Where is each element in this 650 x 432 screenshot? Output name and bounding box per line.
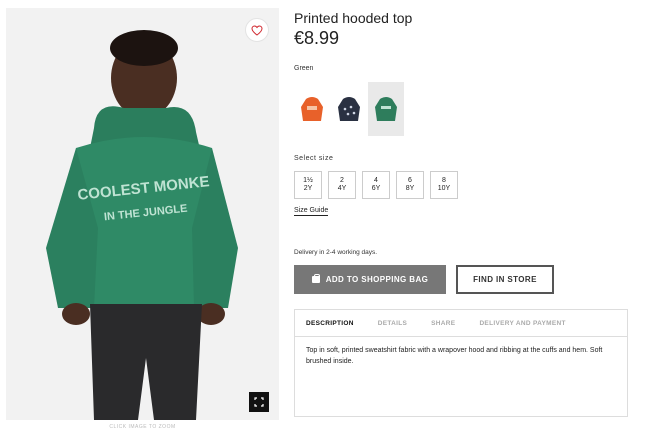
color-swatches [294, 82, 405, 136]
selected-color-name: Green [294, 65, 314, 72]
info-tabs: DESCRIPTION DETAILS SHARE DELIVERY AND P… [295, 310, 627, 337]
tab-share[interactable]: SHARE [431, 320, 455, 327]
swatch-navy[interactable] [331, 82, 367, 136]
product-info-panel: DESCRIPTION DETAILS SHARE DELIVERY AND P… [294, 309, 628, 417]
size-option[interactable]: 8 10Y [430, 171, 458, 199]
shopping-bag-icon [311, 274, 320, 283]
size-guide-link[interactable]: Size Guide [294, 207, 329, 216]
hoodie-thumbnail-green [375, 97, 397, 121]
find-in-store-label: FIND IN STORE [473, 275, 537, 284]
zoom-button[interactable] [249, 392, 269, 412]
tab-delivery-and-payment[interactable]: DELIVERY AND PAYMENT [479, 320, 565, 327]
product-image[interactable]: COOLEST MONKE IN THE JUNGLE [6, 8, 279, 420]
tab-details[interactable]: DETAILS [378, 320, 407, 327]
size-label: 4Y [337, 185, 347, 192]
size-option[interactable]: 2 4Y [328, 171, 356, 199]
select-size-label: Select size [294, 155, 334, 162]
find-in-store-button[interactable]: FIND IN STORE [456, 265, 554, 294]
size-age: 8 [442, 177, 446, 184]
tab-description[interactable]: DESCRIPTION [306, 320, 354, 327]
add-to-bag-button[interactable]: ADD TO SHOPPING BAG [294, 265, 446, 294]
zoom-caption: CLICK IMAGE TO ZOOM [109, 424, 176, 430]
add-to-bag-label: ADD TO SHOPPING BAG [325, 275, 429, 284]
size-age: 4 [374, 177, 378, 184]
swatch-green[interactable] [368, 82, 404, 136]
size-option[interactable]: 4 6Y [362, 171, 390, 199]
product-photo: COOLEST MONKE IN THE JUNGLE [6, 8, 279, 420]
size-option[interactable]: 1½ 2Y [294, 171, 322, 199]
size-label: 10Y [437, 185, 451, 192]
size-option[interactable]: 6 8Y [396, 171, 424, 199]
hoodie-thumbnail-navy [338, 97, 360, 121]
hoodie-thumbnail-orange [301, 97, 323, 121]
size-label: 2Y [303, 185, 313, 192]
size-age: 1½ [303, 177, 313, 184]
size-label: 8Y [405, 185, 415, 192]
heart-icon [251, 24, 263, 36]
delivery-info: Delivery in 2-4 working days. [294, 249, 378, 256]
favourite-button[interactable] [245, 18, 269, 42]
description-text: Top in soft, printed sweatshirt fabric w… [306, 347, 603, 365]
expand-icon [254, 397, 264, 407]
size-options: 1½ 2Y 2 4Y 4 6Y 6 8Y 8 10Y [294, 171, 464, 199]
product-price: €8.99 [294, 28, 340, 48]
swatch-orange[interactable] [294, 82, 330, 136]
size-age: 6 [408, 177, 412, 184]
size-age: 2 [340, 177, 344, 184]
size-label: 6Y [371, 185, 381, 192]
product-title: Printed hooded top [294, 10, 413, 26]
